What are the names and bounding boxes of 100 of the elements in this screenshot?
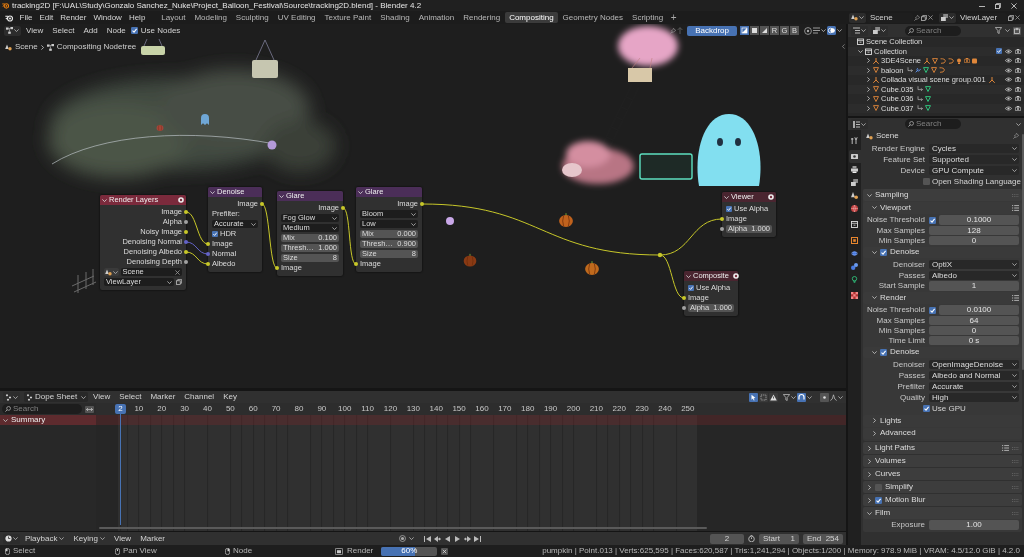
number-field[interactable]: 0: [929, 235, 1019, 246]
menu-item[interactable]: Help: [125, 12, 149, 23]
checkbox-label[interactable]: Open Shading Language: [932, 177, 1021, 186]
channel-row[interactable]: Summary: [0, 415, 96, 425]
editor-type-button[interactable]: [3, 392, 20, 402]
scrollbar[interactable]: [99, 526, 707, 529]
properties-tab[interactable]: [848, 134, 861, 147]
panel-header[interactable]: Volumes: [863, 455, 1022, 467]
camera-icon[interactable]: [1015, 96, 1021, 102]
workspace-tab[interactable]: Modeling: [189, 12, 232, 23]
jump-start-icon[interactable]: [423, 535, 431, 542]
menu-item[interactable]: View: [22, 25, 48, 36]
menu-item[interactable]: Playback: [21, 533, 69, 544]
socket-icon[interactable]: [184, 250, 188, 254]
chevron-right-icon[interactable]: [867, 484, 871, 490]
camera-icon[interactable]: [1015, 77, 1021, 83]
checkbox[interactable]: [880, 248, 887, 256]
chevron-right-icon[interactable]: [866, 105, 870, 111]
dropdown[interactable]: OptiX: [929, 259, 1019, 270]
chevron-right-icon[interactable]: [40, 44, 44, 50]
checkbox[interactable]: [880, 348, 887, 356]
menu-item[interactable]: Channel: [180, 392, 219, 402]
collapse-caret-icon[interactable]: [724, 195, 729, 199]
menu-item[interactable]: Key: [219, 392, 241, 402]
next-keyframe-icon[interactable]: [463, 535, 471, 542]
filter-icon[interactable]: [995, 27, 1002, 34]
panel-header[interactable]: Light Paths: [863, 442, 1022, 454]
chevron-right-icon[interactable]: [872, 418, 876, 424]
panel-header[interactable]: Film: [863, 507, 1022, 519]
workspace-tab[interactable]: Rendering: [458, 12, 505, 23]
workspace-tab[interactable]: Geometry Nodes: [558, 12, 628, 23]
properties-tab[interactable]: [848, 163, 861, 176]
chevron-down-icon[interactable]: [857, 49, 863, 53]
search-field[interactable]: Search: [905, 119, 961, 129]
collapse-caret-icon[interactable]: [686, 274, 691, 278]
menu-item[interactable]: Marker: [136, 533, 170, 544]
collapse-caret-icon[interactable]: [210, 190, 215, 194]
eye-icon[interactable]: [1005, 86, 1012, 92]
mode-dropdown[interactable]: Dope Sheet: [24, 392, 88, 402]
workspace-tab[interactable]: UV Editing: [273, 12, 321, 23]
checkbox[interactable]: [929, 216, 936, 224]
close-icon[interactable]: [928, 15, 933, 20]
node-link[interactable]: [185, 241, 209, 255]
node-link[interactable]: [185, 211, 209, 245]
workspace-tab[interactable]: Animation: [414, 12, 459, 23]
menu-item[interactable]: Marker: [146, 392, 180, 402]
previous-keyframe-icon[interactable]: [433, 535, 441, 542]
chevron-right-icon[interactable]: [866, 86, 870, 92]
socket-icon[interactable]: [184, 260, 188, 264]
editor-type-button[interactable]: [851, 119, 868, 129]
properties-tab[interactable]: [848, 202, 861, 215]
search-field[interactable]: Search: [2, 404, 82, 414]
view-layer-type-button[interactable]: [939, 12, 956, 23]
chevron-down-icon[interactable]: [871, 206, 877, 210]
record-icon[interactable]: [398, 535, 406, 542]
eye-icon[interactable]: [1005, 105, 1012, 111]
pin-icon[interactable]: [1013, 133, 1019, 139]
list-icon[interactable]: [1012, 294, 1019, 301]
menu-item[interactable]: Render: [56, 12, 90, 23]
node-link[interactable]: [185, 251, 209, 265]
close-icon[interactable]: [1015, 15, 1020, 20]
number-field[interactable]: 0: [929, 325, 1019, 336]
socket-icon[interactable]: [720, 217, 724, 221]
properties-tab[interactable]: [848, 150, 861, 163]
panel-header[interactable]: Motion Blur: [863, 494, 1022, 506]
eye-icon[interactable]: [1005, 96, 1012, 102]
play-icon[interactable]: [453, 535, 461, 542]
gizmo-icon[interactable]: [804, 26, 812, 35]
jump-end-icon[interactable]: [473, 535, 481, 542]
properties-tab[interactable]: [848, 260, 861, 273]
display-mode-button[interactable]: [871, 25, 888, 36]
checkbox[interactable]: [996, 48, 1002, 55]
dropdown[interactable]: OpenImageDenoise: [929, 359, 1019, 370]
close-icon[interactable]: [175, 269, 180, 275]
copy-icon[interactable]: [921, 14, 927, 21]
peak-curve-icon[interactable]: [830, 393, 837, 401]
node-link[interactable]: [659, 254, 685, 299]
pin-icon[interactable]: [670, 27, 677, 34]
checkbox[interactable]: [212, 231, 218, 237]
chevron-down-icon[interactable]: [866, 511, 872, 515]
chevron-right-icon[interactable]: [872, 430, 876, 436]
camera-icon[interactable]: [1015, 86, 1021, 92]
socket-icon[interactable]: [420, 202, 424, 206]
reroute-node[interactable]: [657, 252, 663, 258]
alpha-icon[interactable]: [760, 26, 769, 35]
chevron-down-icon[interactable]: [871, 350, 877, 354]
properties-tab[interactable]: [848, 176, 861, 189]
chevron-right-icon[interactable]: [866, 96, 870, 102]
properties-tab[interactable]: [848, 218, 861, 231]
color-icon[interactable]: [750, 26, 759, 35]
chevron-right-icon[interactable]: [867, 471, 871, 477]
collapse-caret-icon[interactable]: [279, 194, 284, 198]
chevron-right-icon[interactable]: [867, 445, 871, 451]
maximize-icon[interactable]: [995, 2, 1001, 9]
menu-item[interactable]: View: [109, 533, 136, 544]
socket-icon[interactable]: [206, 242, 210, 246]
eye-icon[interactable]: [1005, 58, 1012, 64]
scrollbar[interactable]: [1021, 134, 1024, 370]
socket-icon[interactable]: [354, 262, 358, 266]
number-field[interactable]: 1.00: [929, 520, 1019, 530]
